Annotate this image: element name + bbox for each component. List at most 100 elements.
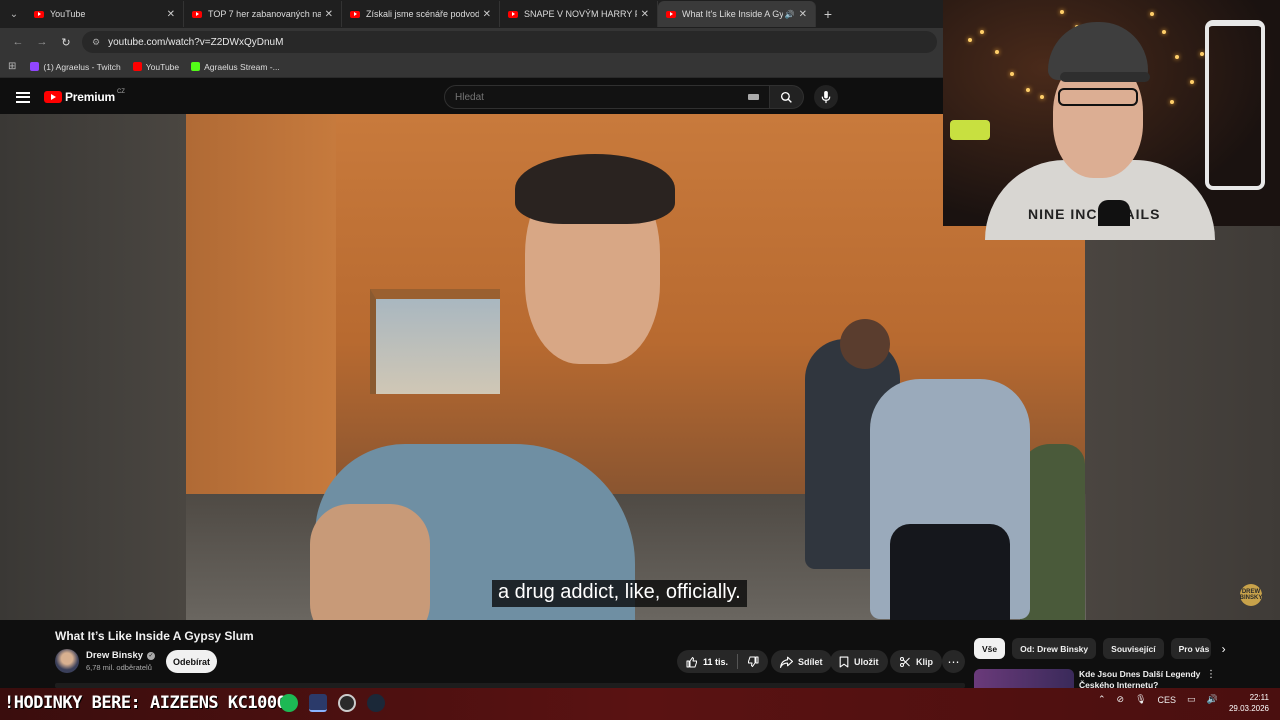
verified-check-icon: ✓ (147, 651, 156, 660)
thumbs-up-icon (686, 656, 697, 667)
browser-tab[interactable]: TOP 7 her zabanovaných na Ste ✕ (184, 1, 342, 27)
video-doorway (370, 289, 500, 394)
save-label: Uložit (854, 656, 879, 667)
clip-action: Klip (890, 650, 942, 673)
system-tray: ⌃ ⊘ 🎙 CES ▭ 🔊 (1098, 694, 1229, 705)
tab-close-icon[interactable]: ✕ (167, 9, 175, 20)
like-button[interactable]: 11 tis. (677, 650, 737, 673)
channel-watermark-logo[interactable]: DREW BINSKY (1240, 584, 1262, 606)
steam-icon[interactable] (367, 694, 385, 712)
browser-tab-active[interactable]: What It's Like Inside A Gyps 🔊 ✕ (658, 1, 816, 27)
country-code: CZ (116, 89, 125, 95)
display-icon[interactable]: ▭ (1187, 694, 1196, 705)
clip-label: Klip (916, 656, 933, 667)
reload-icon[interactable]: ↻ (54, 36, 78, 49)
chip-from-channel[interactable]: Od: Drew Binsky (1012, 638, 1097, 659)
url-field[interactable]: ⚙ youtube.com/watch?v=Z2DWxQyDnuM (82, 31, 937, 53)
tab-title: TOP 7 her zabanovaných na Ste (208, 9, 321, 19)
search-bar (444, 85, 804, 109)
share-action: Sdílet (771, 650, 832, 673)
shirt-print: NINE INCH NAILS (1028, 206, 1161, 222)
forward-arrow-icon[interactable]: → (30, 36, 54, 48)
tab-title: YouTube (50, 9, 86, 19)
streamer-microphone (1098, 200, 1130, 226)
channel-name-link[interactable]: Drew Binsky ✓ (86, 650, 156, 661)
youtube-play-icon (44, 91, 62, 103)
dislike-button[interactable] (738, 650, 768, 673)
scissors-icon (900, 656, 910, 667)
download-app-icon[interactable] (309, 694, 327, 712)
keyboard-icon[interactable] (748, 94, 759, 100)
bookmark-kick[interactable]: Agraelus Stream -... (191, 62, 280, 72)
youtube-favicon-icon (350, 10, 360, 18)
back-arrow-icon[interactable]: ← (6, 36, 30, 48)
apps-grid-icon[interactable]: ⊞ (8, 61, 16, 72)
speaker-icon[interactable]: 🔊 (785, 10, 795, 19)
tab-title: What It's Like Inside A Gyps (682, 9, 783, 19)
share-button[interactable]: Sdílet (771, 650, 832, 673)
video-frame-right (1085, 226, 1280, 620)
language-indicator[interactable]: CES (1158, 695, 1177, 705)
chip-related[interactable]: Související (1103, 638, 1164, 659)
browser-tab[interactable]: YouTube ✕ (26, 1, 184, 27)
chevron-right-icon[interactable]: › (1222, 642, 1226, 656)
tab-close-icon[interactable]: ✕ (483, 9, 491, 20)
browser-tab[interactable]: Získali jsme scénáře podvodník ✕ (342, 1, 500, 27)
menu-icon[interactable] (16, 89, 30, 105)
video-frame-left (0, 114, 186, 620)
like-dislike-group: 11 tis. (677, 650, 769, 673)
bookmark-label: (1) Agraelus - Twitch (43, 61, 121, 72)
streamer-cap-brim (1060, 72, 1150, 82)
address-bar: ← → ↻ ⚙ youtube.com/watch?v=Z2DWxQyDnuM (0, 28, 943, 56)
new-tab-button[interactable]: + (816, 6, 840, 22)
youtube-icon (132, 62, 142, 71)
chip-all[interactable]: Vše (974, 638, 1006, 659)
microphone-icon (821, 90, 831, 103)
tab-title: Získali jsme scénáře podvodník (366, 9, 479, 19)
youtube-logo[interactable]: Premium CZ (44, 89, 125, 104)
more-actions-icon[interactable]: ⋯ (942, 650, 965, 673)
video-person-head (840, 319, 890, 369)
obs-icon[interactable] (338, 694, 356, 712)
vertical-dots-icon[interactable]: ⋮ (1206, 669, 1216, 680)
youtube-favicon-icon (508, 10, 518, 18)
site-settings-icon[interactable]: ⚙ (92, 37, 100, 48)
youtube-favicon-icon (666, 10, 676, 18)
stream-ticker: !HODINKY BERE: AIZEENS KC1000 (4, 693, 287, 713)
screen: ⌄ YouTube ✕ TOP 7 her zabanovaných na St… (0, 0, 1280, 720)
youtube-favicon-icon (192, 10, 202, 18)
voice-search-button[interactable] (814, 85, 838, 109)
recommended-video-title[interactable]: Kde Jsou Dnes Další Legendy Českého Inte… (1079, 669, 1204, 688)
volume-icon[interactable]: 🔊 (1207, 694, 1218, 705)
bookmark-youtube[interactable]: YouTube (132, 62, 179, 72)
twitch-icon (30, 62, 40, 71)
save-button[interactable]: Uložit (830, 650, 888, 673)
spotify-icon[interactable] (280, 694, 298, 712)
tab-close-icon[interactable]: ✕ (641, 9, 649, 20)
share-arrow-icon (780, 656, 793, 668)
clock-time: 22:11 (1249, 693, 1269, 702)
thumbs-down-icon (748, 656, 759, 667)
tab-search-chevron-icon[interactable]: ⌄ (2, 2, 26, 26)
browser-tab[interactable]: SNAPE V NOVÝM HARRY POTT ✕ (500, 1, 658, 27)
video-person-legs (890, 524, 1010, 620)
subscribe-button[interactable]: Odebírat (166, 650, 217, 673)
tab-close-icon[interactable]: ✕ (325, 9, 333, 20)
clock-date: 29.03.2026 (1228, 704, 1269, 713)
recommended-thumbnail[interactable] (974, 669, 1074, 688)
microphone-tray-icon[interactable]: 🎙 (1135, 694, 1146, 705)
chip-for-you[interactable]: Pro vás (1170, 638, 1211, 659)
system-clock[interactable]: 22:11 29.03.2026 (1225, 692, 1269, 714)
url-text: youtube.com/watch?v=Z2DWxQyDnuM (108, 36, 284, 48)
network-muted-icon[interactable]: ⊘ (1117, 694, 1125, 705)
search-button[interactable] (770, 85, 804, 109)
search-input[interactable] (444, 85, 770, 109)
subscriber-count: 6,78 mil. odběratelů (86, 663, 152, 672)
tab-close-icon[interactable]: ✕ (799, 9, 807, 20)
bookmark-twitch[interactable]: (1) Agraelus - Twitch (30, 61, 121, 72)
channel-avatar[interactable] (55, 649, 79, 673)
like-count: 11 tis. (703, 656, 729, 667)
webcam-background-item (950, 120, 990, 140)
tray-chevron-up-icon[interactable]: ⌃ (1098, 694, 1106, 705)
clip-button[interactable]: Klip (890, 650, 942, 673)
